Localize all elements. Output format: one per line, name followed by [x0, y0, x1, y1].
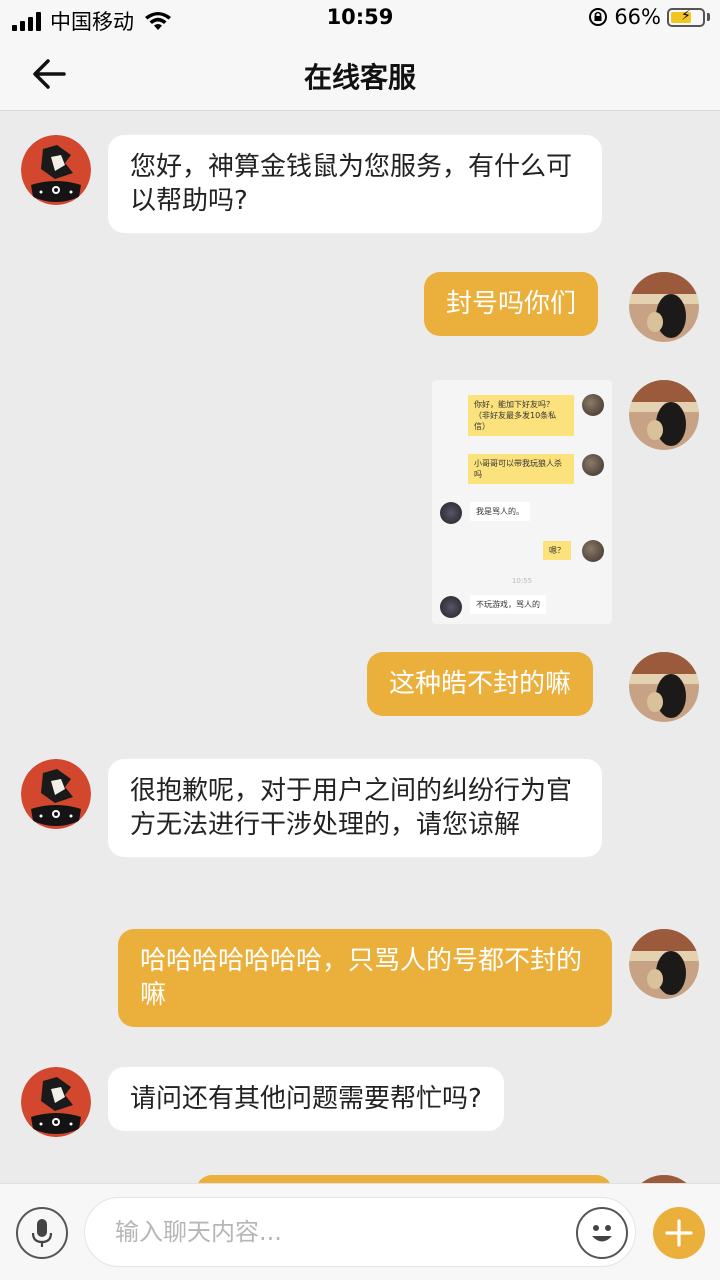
agent-avatar[interactable] [21, 135, 91, 205]
user-avatar[interactable] [629, 272, 699, 342]
emoji-icon [592, 1225, 612, 1242]
message-bubble-agent: 您好，神算金钱鼠为您服务，有什么可以帮助吗? [108, 135, 602, 233]
rotation-lock-icon [589, 8, 608, 26]
embedded-message: 嗯？ [543, 541, 571, 560]
user-avatar[interactable] [629, 929, 699, 999]
embedded-message: 你好，能加下好友吗？（非好友最多发10条私信） [468, 395, 574, 436]
voice-button[interactable] [16, 1207, 68, 1259]
message-input[interactable] [84, 1197, 636, 1267]
user-avatar[interactable] [629, 652, 699, 722]
page-title: 在线客服 [303, 61, 416, 94]
microphone-icon [31, 1219, 53, 1247]
embedded-message: 不玩游戏，骂人的 [470, 595, 546, 614]
image-message[interactable]: 你好，能加下好友吗？（非好友最多发10条私信） 小哥哥可以带我玩狼人杀吗 我是骂… [432, 380, 612, 624]
nav-bar: 在线客服 [0, 38, 720, 111]
embedded-avatar [582, 540, 604, 562]
embedded-avatar [440, 596, 462, 618]
battery-icon: ⚡ [667, 7, 705, 27]
user-avatar[interactable] [629, 380, 699, 450]
battery-percent: 66% [614, 5, 661, 29]
emoji-button[interactable] [576, 1207, 628, 1259]
embedded-avatar [582, 394, 604, 416]
status-bar: 中国移动 10:59 66% ⚡ [0, 0, 720, 38]
input-bar [0, 1183, 720, 1280]
more-button[interactable] [653, 1207, 705, 1259]
message-bubble-agent: 很抱歉呢，对于用户之间的纠纷行为官方无法进行干涉处理的，请您谅解 [108, 759, 602, 857]
embedded-avatar [440, 502, 462, 524]
embedded-timestamp: 10:55 [511, 577, 533, 585]
agent-avatar[interactable] [21, 759, 91, 829]
user-avatar[interactable] [629, 1175, 699, 1183]
message-bubble-user: 这种皓不封的嘛 [367, 652, 594, 716]
message-bubble-user-partial [196, 1175, 612, 1183]
agent-avatar[interactable] [21, 1067, 91, 1137]
plus-icon [665, 1219, 693, 1247]
chat-area[interactable]: 您好，神算金钱鼠为您服务，有什么可以帮助吗? 封号吗你们 你好，能加下好友吗？（… [0, 111, 720, 1183]
message-bubble-user: 哈哈哈哈哈哈哈，只骂人的号都不封的嘛 [118, 929, 612, 1027]
message-bubble-user: 封号吗你们 [424, 272, 599, 336]
message-bubble-agent: 请问还有其他问题需要帮忙吗? [108, 1067, 504, 1131]
embedded-message: 小哥哥可以带我玩狼人杀吗 [468, 454, 574, 484]
embedded-message: 我是骂人的。 [470, 502, 530, 521]
embedded-avatar [582, 454, 604, 476]
